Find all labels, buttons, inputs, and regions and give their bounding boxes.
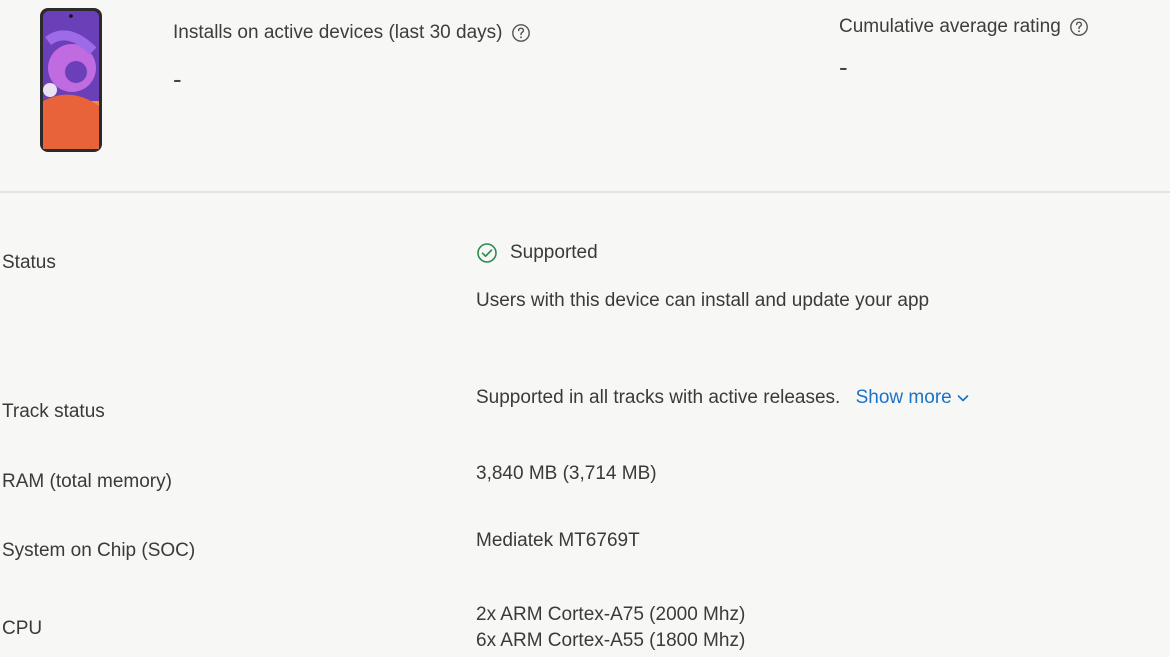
cpu-core-line: 6x ARM Cortex-A55 (1800 Mhz) bbox=[476, 630, 746, 651]
cpu-core-line: 2x ARM Cortex-A75 (2000 Mhz) bbox=[476, 604, 746, 625]
show-more-label: Show more bbox=[855, 387, 952, 408]
cpu-values: 2x ARM Cortex-A75 (2000 Mhz) 6x ARM Cort… bbox=[476, 602, 745, 654]
section-divider bbox=[0, 191, 1170, 193]
ram-value: 3,840 MB (3,714 MB) bbox=[476, 463, 657, 484]
rating-value: - bbox=[839, 52, 848, 82]
installs-label: Installs on active devices (last 30 days… bbox=[173, 22, 503, 43]
installs-value: - bbox=[173, 64, 182, 94]
status-block: Supported Users with this device can ins… bbox=[476, 242, 929, 312]
status-label: Status bbox=[2, 252, 56, 273]
rating-label: Cumulative average rating bbox=[839, 16, 1061, 37]
cpu-label: CPU bbox=[2, 618, 43, 639]
status-value: Supported bbox=[510, 242, 598, 263]
show-more-link[interactable]: Show more bbox=[856, 387, 970, 409]
soc-label: System on Chip (SOC) bbox=[2, 540, 196, 561]
track-status-label: Track status bbox=[2, 401, 105, 422]
soc-value: Mediatek MT6769T bbox=[476, 530, 640, 551]
status-description: Users with this device can install and u… bbox=[476, 290, 930, 311]
phone-device-icon bbox=[40, 8, 102, 152]
rating-metric: Cumulative average rating - bbox=[839, 16, 1089, 80]
help-circle-icon[interactable] bbox=[511, 23, 531, 43]
device-header: Installs on active devices (last 30 days… bbox=[0, 0, 1170, 192]
help-circle-icon[interactable] bbox=[1069, 17, 1089, 37]
track-status-block: Supported in all tracks with active rele… bbox=[476, 387, 970, 409]
ram-label: RAM (total memory) bbox=[2, 471, 172, 492]
check-circle-icon bbox=[477, 243, 497, 263]
installs-metric: Installs on active devices (last 30 days… bbox=[173, 22, 531, 92]
track-status-value: Supported in all tracks with active rele… bbox=[476, 387, 841, 408]
chevron-down-icon bbox=[957, 395, 969, 402]
